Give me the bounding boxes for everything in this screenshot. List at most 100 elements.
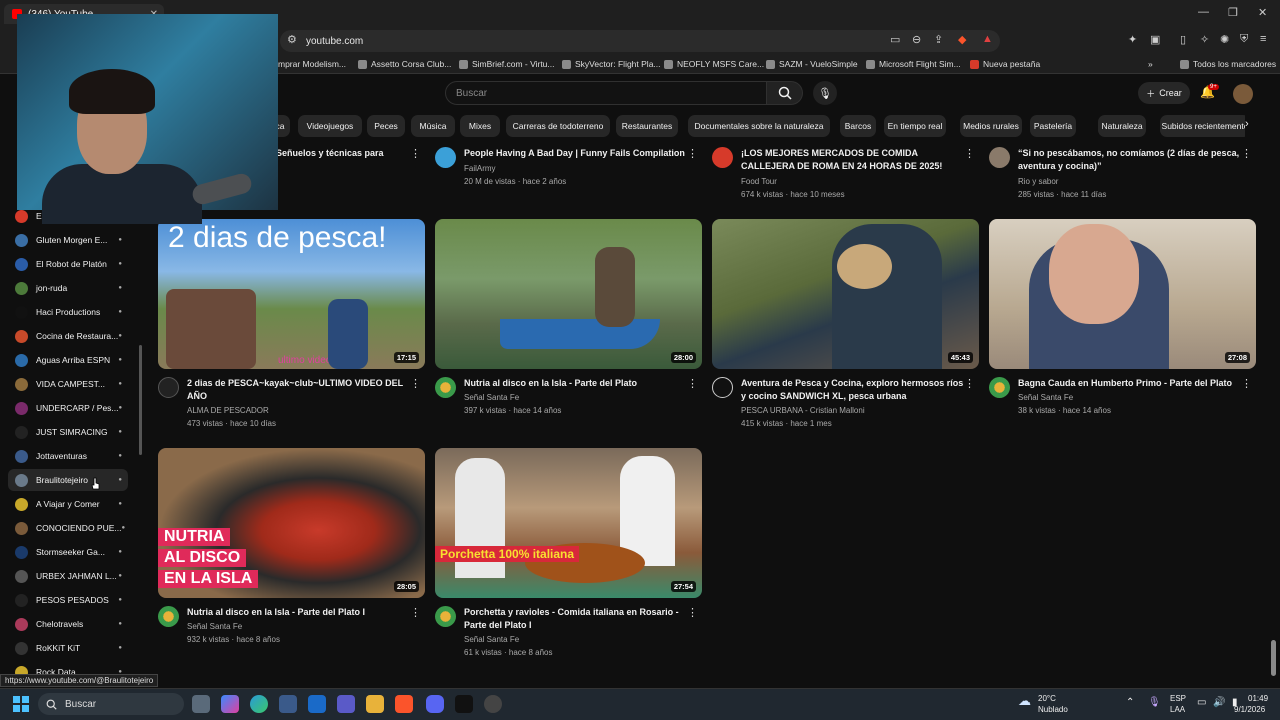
site-info-icon[interactable]: ⚙ bbox=[287, 33, 297, 46]
bookmark-item[interactable]: NEOFLY MSFS Care... bbox=[664, 59, 764, 69]
sidebar-channel-item[interactable]: A Viajar y Comer ● bbox=[8, 493, 128, 515]
chip[interactable]: Mixes bbox=[460, 115, 500, 137]
channel-avatar[interactable] bbox=[712, 377, 733, 398]
video-card[interactable]: 45:43 Aventura de Pesca y Cocina, explor… bbox=[712, 219, 979, 434]
sidebar-channel-item[interactable]: CONOCIENDO PUE... ● bbox=[8, 517, 128, 539]
channel-name[interactable]: Señal Santa Fe bbox=[464, 633, 519, 646]
channel-name[interactable]: FailArmy bbox=[464, 162, 496, 175]
channel-avatar[interactable] bbox=[989, 377, 1010, 398]
channel-name[interactable]: Señal Santa Fe bbox=[1018, 391, 1073, 404]
wallet-icon[interactable]: ▣ bbox=[1150, 33, 1160, 46]
bookmarks-overflow-icon[interactable]: » bbox=[1148, 59, 1153, 69]
bookmark-item[interactable]: SAZM - VueloSimple bbox=[766, 59, 858, 69]
brave-shield-icon[interactable]: ◆ bbox=[958, 33, 966, 46]
sidebar-channel-item[interactable]: Chelotravels ● bbox=[8, 613, 128, 635]
channel-avatar[interactable] bbox=[989, 147, 1010, 168]
chevron-up-icon[interactable]: ⌃ bbox=[1126, 698, 1134, 708]
search-button[interactable] bbox=[767, 81, 803, 105]
sidebar-channel-item[interactable]: El Robot de Platón ● bbox=[8, 253, 128, 275]
volume-icon[interactable]: 🔊 bbox=[1213, 698, 1225, 708]
video-thumbnail[interactable]: Porchetta 100% italiana 27:54 bbox=[435, 448, 702, 598]
menu-icon[interactable]: ≡ bbox=[1260, 33, 1266, 45]
bookmark-item[interactable]: Assetto Corsa Club... bbox=[358, 59, 451, 69]
sidebar-channel-item[interactable]: Jottaventuras ● bbox=[8, 445, 128, 467]
brave-rewards-icon[interactable]: ▲ bbox=[982, 33, 993, 45]
video-thumbnail[interactable]: 28:00 bbox=[435, 219, 702, 369]
app-icon[interactable] bbox=[484, 695, 502, 713]
page-scrollbar[interactable] bbox=[1271, 640, 1276, 676]
channel-name[interactable]: Rio y sabor bbox=[1018, 175, 1058, 188]
chip[interactable]: Barcos bbox=[840, 115, 876, 137]
chip[interactable]: Pastelería bbox=[1030, 115, 1076, 137]
channel-name[interactable]: Señal Santa Fe bbox=[187, 620, 242, 633]
more-options-icon[interactable]: ⋮ bbox=[687, 377, 698, 390]
channel-avatar[interactable] bbox=[158, 377, 179, 398]
network-icon[interactable]: ▭ bbox=[1197, 698, 1206, 708]
clock-date[interactable]: 9/1/2026 bbox=[1234, 705, 1265, 715]
video-card[interactable]: 27:08 Bagna Cauda en Humberto Primo - Pa… bbox=[989, 219, 1256, 434]
sidebar-channel-item[interactable]: Gluten Morgen E... ● bbox=[8, 229, 128, 251]
outlook-icon[interactable] bbox=[308, 695, 326, 713]
more-options-icon[interactable]: ⋮ bbox=[410, 147, 421, 160]
sidebar-channel-item[interactable]: VIDA CAMPEST... ● bbox=[8, 373, 128, 395]
video-title[interactable]: People Having A Bad Day | Funny Fails Co… bbox=[464, 147, 689, 160]
bookmark-item[interactable]: SkyVector: Flight Pla... bbox=[562, 59, 661, 69]
more-options-icon[interactable]: ⋮ bbox=[687, 606, 698, 619]
vpn-icon[interactable]: ⛨ bbox=[1240, 33, 1248, 46]
channel-avatar[interactable] bbox=[435, 147, 456, 168]
sidebar-toggle-icon[interactable]: ▯ bbox=[1180, 33, 1186, 46]
account-avatar[interactable] bbox=[1233, 84, 1253, 104]
video-card[interactable]: ¡LOS MEJORES MERCADOS DE COMIDA CALLEJER… bbox=[712, 145, 979, 203]
more-options-icon[interactable]: ⋮ bbox=[964, 377, 975, 390]
video-thumbnail[interactable]: 45:43 bbox=[712, 219, 979, 369]
chip[interactable]: En tiempo real bbox=[884, 115, 946, 137]
create-button[interactable]: ＋ Crear bbox=[1138, 82, 1190, 104]
extensions-icon[interactable]: ✦ bbox=[1128, 33, 1137, 46]
language-primary[interactable]: ESP bbox=[1170, 694, 1186, 704]
chip[interactable]: Restaurantes bbox=[616, 115, 678, 137]
all-bookmarks[interactable]: Todos los marcadores bbox=[1180, 59, 1276, 69]
chip[interactable]: Naturaleza bbox=[1098, 115, 1146, 137]
chip[interactable]: Carreras de todoterreno bbox=[506, 115, 610, 137]
channel-name[interactable]: PESCA URBANA - Cristian Malloni bbox=[741, 404, 865, 417]
video-title[interactable]: ¡LOS MEJORES MERCADOS DE COMIDA CALLEJER… bbox=[741, 147, 966, 173]
video-card[interactable]: 28:00 Nutria al disco en la Isla - Parte… bbox=[435, 219, 702, 434]
chip[interactable]: Documentales sobre la naturaleza bbox=[688, 115, 830, 137]
chip[interactable]: Peces bbox=[367, 115, 405, 137]
bookmark-item[interactable]: Nueva pestaña bbox=[970, 59, 1040, 69]
channel-name[interactable]: Food Tour bbox=[741, 175, 777, 188]
close-window-icon[interactable]: ✕ bbox=[1258, 6, 1267, 19]
more-options-icon[interactable]: ⋮ bbox=[964, 147, 975, 160]
copilot-icon[interactable] bbox=[221, 695, 239, 713]
edge-icon[interactable] bbox=[250, 695, 268, 713]
video-title[interactable]: Porchetta y ravioles - Comida italiana e… bbox=[464, 606, 689, 632]
sidebar-channel-item[interactable]: UNDERCARP / Pes... ● bbox=[8, 397, 128, 419]
video-title[interactable]: Señuelos y técnicas para bbox=[276, 147, 406, 160]
chip[interactable]: Medios rurales bbox=[960, 115, 1022, 137]
channel-avatar[interactable] bbox=[158, 606, 179, 627]
microphone-icon[interactable]: 🎙 bbox=[1148, 698, 1161, 708]
sidebar-channel-item[interactable]: URBEX JAHMAN L... ● bbox=[8, 565, 128, 587]
file-explorer-icon[interactable] bbox=[366, 695, 384, 713]
video-thumbnail[interactable]: 2 dias de pesca! ultimo video del año 17… bbox=[158, 219, 425, 369]
channel-name[interactable]: ALMA DE PESCADOR bbox=[187, 404, 269, 417]
teams-icon[interactable] bbox=[337, 695, 355, 713]
chevron-right-icon[interactable]: › bbox=[1245, 118, 1249, 130]
more-options-icon[interactable]: ⋮ bbox=[687, 147, 698, 160]
brave-browser-icon[interactable] bbox=[395, 695, 413, 713]
video-thumbnail[interactable]: 27:08 bbox=[989, 219, 1256, 369]
channel-name[interactable]: Señal Santa Fe bbox=[464, 391, 519, 404]
video-title[interactable]: Bagna Cauda en Humberto Primo - Parte de… bbox=[1018, 377, 1243, 390]
leo-icon[interactable]: ✧ bbox=[1200, 33, 1209, 46]
video-title[interactable]: Nutria al disco en la Isla - Parte del P… bbox=[187, 606, 412, 619]
maximize-icon[interactable]: ❐ bbox=[1228, 6, 1238, 19]
sidebar-channel-item[interactable]: JUST SIMRACING ● bbox=[8, 421, 128, 443]
channel-avatar[interactable] bbox=[435, 606, 456, 627]
video-title[interactable]: Nutria al disco en la Isla - Parte del P… bbox=[464, 377, 689, 390]
sidebar-channel-item[interactable]: RoKKiT KiT ● bbox=[8, 637, 128, 659]
more-options-icon[interactable]: ⋮ bbox=[410, 377, 421, 390]
task-view-icon[interactable] bbox=[192, 695, 210, 713]
sidebar-channel-item[interactable]: jon-ruda ● bbox=[8, 277, 128, 299]
video-card[interactable]: People Having A Bad Day | Funny Fails Co… bbox=[435, 145, 702, 195]
video-card[interactable]: 2 dias de pesca! ultimo video del año 17… bbox=[158, 219, 425, 434]
